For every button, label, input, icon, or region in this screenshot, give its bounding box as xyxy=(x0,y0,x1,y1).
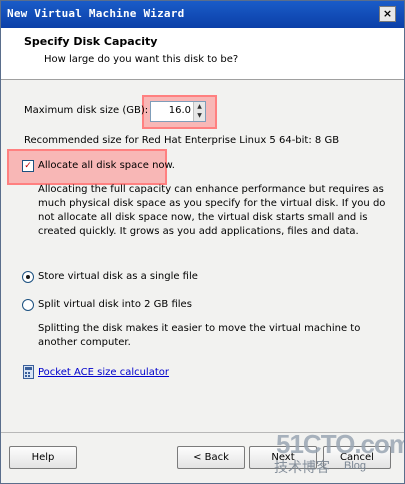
single-file-radio[interactable] xyxy=(22,271,34,283)
title-bar[interactable]: New Virtual Machine Wizard × xyxy=(1,1,404,28)
spin-up-icon[interactable]: ▲ xyxy=(194,102,205,111)
single-file-label[interactable]: Store virtual disk as a single file xyxy=(38,271,198,282)
split-label[interactable]: Split virtual disk into 2 GB files xyxy=(38,299,192,310)
back-button[interactable]: < Back xyxy=(177,446,245,469)
page-title: Specify Disk Capacity xyxy=(24,35,158,48)
watermark-blog: Blog xyxy=(344,460,367,472)
disk-size-label: Maximum disk size (GB): xyxy=(24,105,149,116)
split-radio[interactable] xyxy=(22,299,34,311)
spin-down-icon[interactable]: ▼ xyxy=(194,111,205,120)
allocate-checkbox[interactable]: ✓ xyxy=(22,160,34,172)
help-button[interactable]: Help xyxy=(9,446,77,469)
watermark-sub: 技术博客 xyxy=(274,461,330,476)
pocket-ace-link[interactable]: Pocket ACE size calculator xyxy=(38,367,169,378)
window-title: New Virtual Machine Wizard xyxy=(7,7,185,20)
wizard-header: Specify Disk Capacity How large do you w… xyxy=(1,28,404,80)
watermark-main: 51CTO.com xyxy=(276,429,405,459)
disk-size-spinbox[interactable]: 16.0 ▲ ▼ xyxy=(150,101,206,122)
close-icon: × xyxy=(382,7,393,20)
spin-arrows[interactable]: ▲ ▼ xyxy=(193,102,205,121)
page-subtitle: How large do you want this disk to be? xyxy=(44,54,239,65)
allocate-description: Allocating the full capacity can enhance… xyxy=(38,184,386,237)
allocate-label[interactable]: Allocate all disk space now. xyxy=(38,160,175,171)
wizard-content: Maximum disk size (GB): 16.0 ▲ ▼ Recomme… xyxy=(1,80,404,432)
close-button[interactable]: × xyxy=(379,6,396,22)
wizard-window: New Virtual Machine Wizard × Specify Dis… xyxy=(0,0,405,484)
watermark: 51CTO.com 技术博客 Blog xyxy=(258,429,404,477)
disk-size-value[interactable]: 16.0 xyxy=(169,105,191,116)
calculator-icon[interactable] xyxy=(23,365,34,379)
split-description: Splitting the disk makes it easier to mo… xyxy=(38,323,361,348)
recommended-size-text: Recommended size for Red Hat Enterprise … xyxy=(24,135,340,146)
